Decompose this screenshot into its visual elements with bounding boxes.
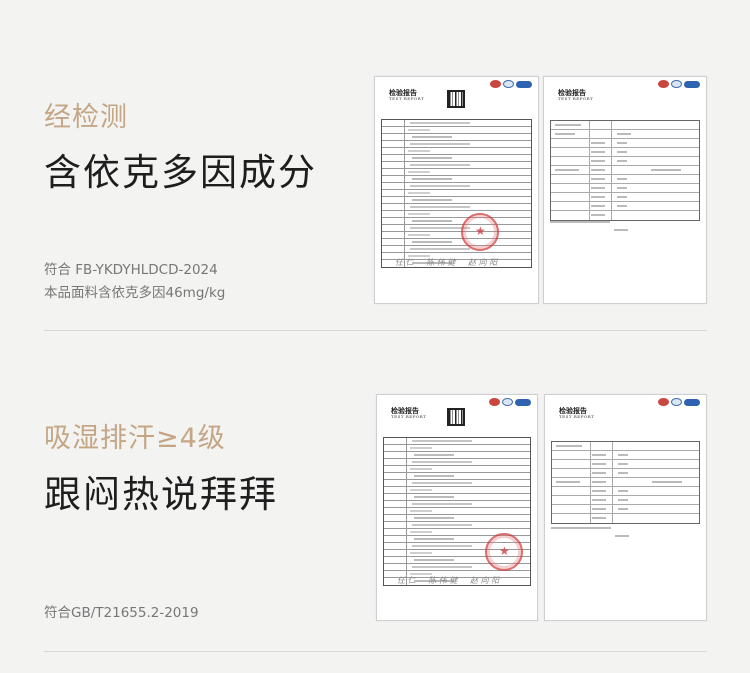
report-subtitle: TEST REPORT (389, 96, 425, 101)
section-note: 符合GB/T21655.2-2019 (44, 602, 199, 625)
report-table (550, 120, 700, 221)
cma-logo-icon (490, 80, 501, 88)
section-ectoine: 经检测 含依克多因成分 符合 FB-YKDYHLDCD-2024 本品面料含依克… (0, 0, 750, 330)
cnas-logo-icon (516, 80, 532, 88)
section-subtitle: 吸湿排汗≥4级 (44, 423, 226, 454)
section-headline: 含依克多因成分 (44, 151, 317, 194)
certification-logos (490, 80, 532, 88)
section-headline: 跟闷热说拜拜 (44, 473, 278, 516)
cnas-logo-icon (684, 80, 700, 88)
certification-logos (658, 80, 700, 88)
test-report-page-1: 检验报告 TEST REPORT 任 仁 陈 伟 健 赵 向 阳 (374, 76, 539, 304)
test-report-page-2: 检验报告 TEST REPORT (544, 394, 707, 621)
cma-logo-icon (489, 398, 500, 406)
official-seal-icon (485, 533, 523, 571)
ilac-logo-icon (503, 80, 514, 88)
signature-image: 任 仁 陈 伟 健 赵 向 阳 (395, 258, 498, 267)
cnas-logo-icon (515, 398, 531, 406)
test-report-page-1: 检验报告 TEST REPORT 任 仁 陈 伟 健 赵 向 阳 (376, 394, 538, 621)
note-line: 符合 FB-YKDYHLDCD-2024 (44, 262, 218, 278)
section-subtitle: 经检测 (44, 102, 128, 133)
report-table (551, 441, 700, 524)
cma-logo-icon (658, 398, 669, 406)
signature-image: 任 仁 陈 伟 健 赵 向 阳 (397, 576, 500, 585)
section-divider (44, 651, 707, 652)
cma-logo-icon (658, 80, 669, 88)
ilac-logo-icon (502, 398, 513, 406)
test-report-page-2: 检验报告 TEST REPORT (543, 76, 707, 304)
qr-code-icon (447, 408, 465, 426)
report-subtitle: TEST REPORT (558, 96, 594, 101)
qr-code-icon (447, 90, 465, 108)
ilac-logo-icon (671, 80, 682, 88)
certification-logos (658, 398, 700, 406)
cnas-logo-icon (684, 398, 700, 406)
section-note: 符合 FB-YKDYHLDCD-2024 本品面料含依克多因46mg/kg (44, 259, 225, 305)
report-subtitle: TEST REPORT (391, 414, 427, 419)
ilac-logo-icon (671, 398, 682, 406)
report-subtitle: TEST REPORT (559, 414, 595, 419)
certification-logos (489, 398, 531, 406)
report-table (381, 119, 532, 268)
note-line: 本品面料含依克多因46mg/kg (44, 285, 226, 301)
note-line: 符合GB/T21655.2-2019 (44, 605, 199, 621)
official-seal-icon (461, 213, 499, 251)
